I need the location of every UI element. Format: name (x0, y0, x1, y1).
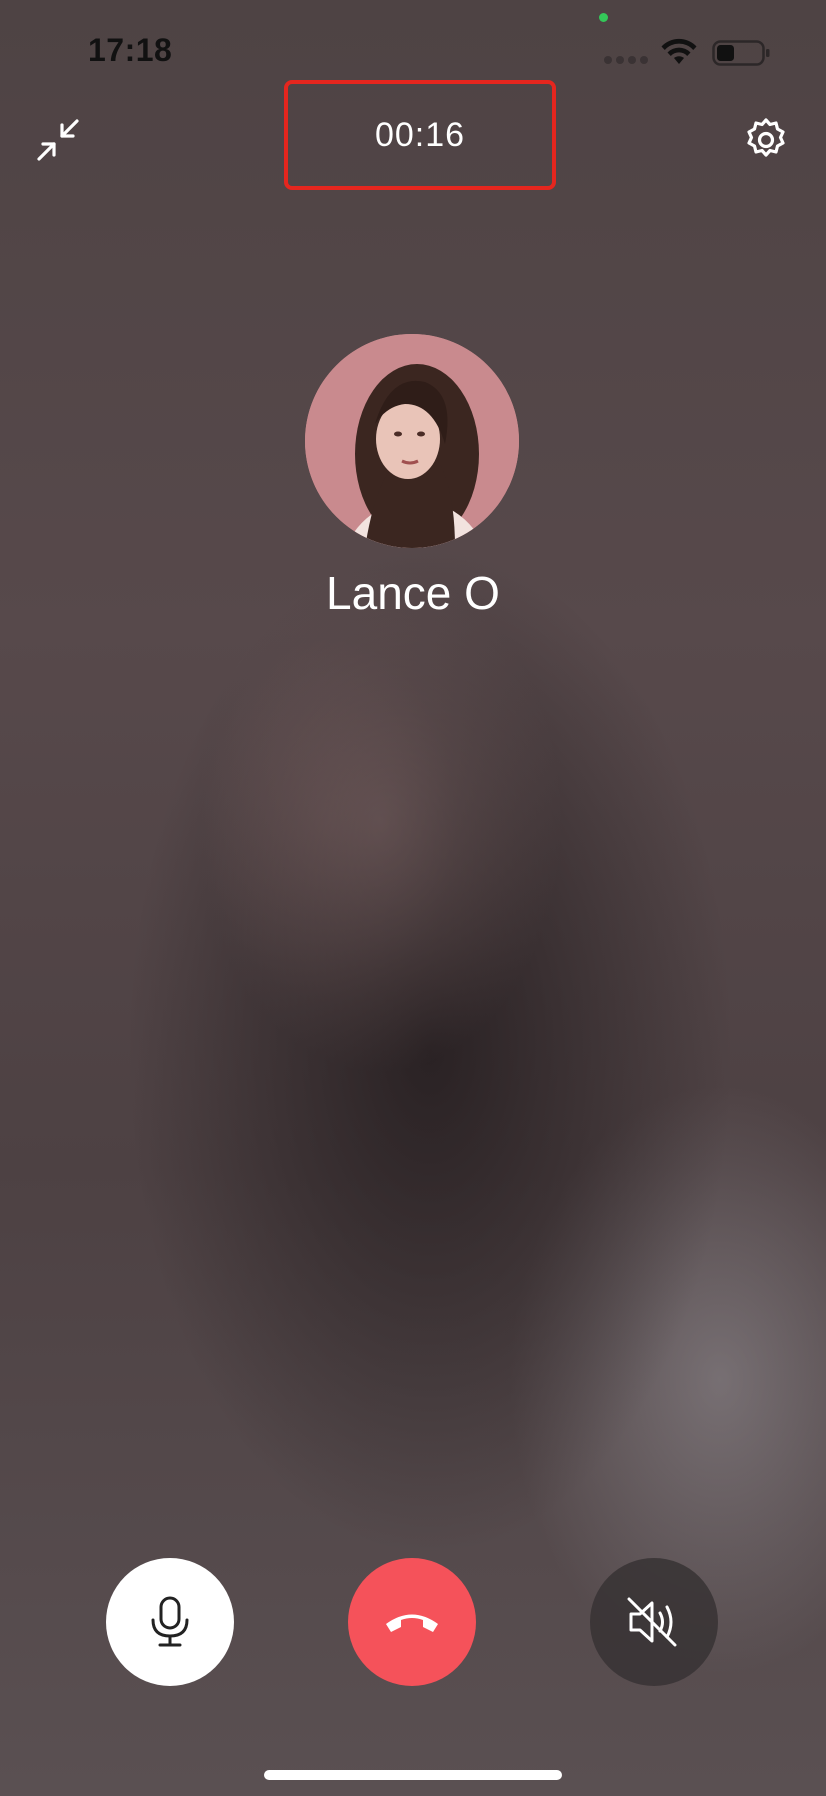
call-timer: 00:16 (374, 115, 466, 154)
minimize-arrows-icon (37, 119, 79, 161)
minimize-button[interactable] (30, 112, 86, 168)
speaker-muted-icon (627, 1597, 677, 1647)
caller-name: Lance O (326, 567, 500, 619)
wifi-icon (661, 38, 697, 64)
speaker-button[interactable] (590, 1558, 718, 1686)
home-indicator[interactable] (264, 1770, 562, 1780)
signal-icon (604, 56, 648, 64)
gear-icon (747, 118, 785, 157)
caller-photo (305, 334, 519, 548)
phone-hangup-icon (386, 1614, 438, 1632)
hangup-button[interactable] (348, 1558, 476, 1686)
caller-avatar (305, 334, 519, 548)
status-time: 17:18 (88, 32, 173, 68)
call-screen: 17:18 00:16 Lance O (0, 0, 826, 1796)
microphone-button[interactable] (106, 1558, 234, 1686)
microphone-icon (151, 1596, 189, 1647)
camera-indicator-icon (599, 13, 608, 22)
call-timer-highlight: 00:16 (284, 80, 556, 190)
settings-button[interactable] (738, 112, 794, 168)
battery-icon (712, 40, 770, 66)
